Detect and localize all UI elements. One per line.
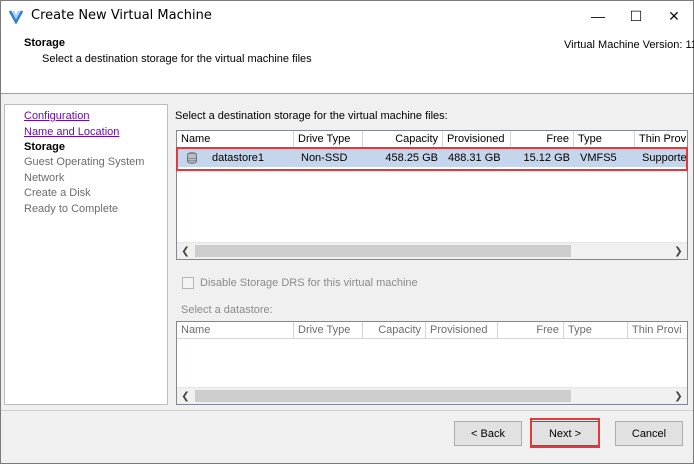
- datastore-cluster-table-header: Name Drive Type Capacity Provisioned Fre…: [177, 322, 687, 339]
- column-header-name: Name: [177, 322, 294, 339]
- nav-item-ready-to-complete: Ready to Complete: [24, 203, 119, 215]
- table-row-datastore1[interactable]: datastore1 Non-SSD 458.25 GB 488.31 GB 1…: [178, 149, 687, 167]
- title-bar: Create New Virtual Machine — ☐ ✕: [1, 1, 693, 31]
- column-header-type: Type: [564, 322, 628, 339]
- scroll-left-icon[interactable]: ❮: [177, 388, 194, 404]
- datastore-icon: [187, 152, 197, 164]
- scroll-thumb[interactable]: [195, 390, 571, 402]
- column-header-free: Free: [498, 322, 564, 339]
- cell-name: datastore1: [212, 152, 264, 164]
- scroll-left-icon[interactable]: ❮: [177, 243, 194, 259]
- select-datastore-label: Select a datastore:: [181, 304, 273, 316]
- datastore-table: Name Drive Type Capacity Provisioned Fre…: [176, 130, 688, 260]
- next-button[interactable]: Next >: [531, 421, 599, 446]
- datastore-cluster-table: Name Drive Type Capacity Provisioned Fre…: [176, 321, 688, 405]
- window-title: Create New Virtual Machine: [31, 8, 212, 23]
- nav-item-network: Network: [24, 172, 65, 184]
- cell-free: 15.12 GB: [523, 152, 570, 164]
- nav-item-guest-os: Guest Operating System: [24, 156, 145, 168]
- column-header-capacity: Capacity: [363, 322, 426, 339]
- minimize-button[interactable]: —: [579, 1, 617, 31]
- create-vm-dialog: Create New Virtual Machine — ☐ ✕ Storage…: [0, 0, 694, 464]
- datastore-table-hscroll[interactable]: ❮ ❯: [177, 242, 687, 259]
- scroll-thumb[interactable]: [195, 245, 571, 257]
- disable-drs-label: Disable Storage DRS for this virtual mac…: [200, 277, 418, 289]
- wizard-header: Storage Select a destination storage for…: [1, 31, 694, 94]
- column-header-thin-prov[interactable]: Thin Prov: [635, 131, 687, 148]
- datastore-table-header: Name Drive Type Capacity Provisioned Fre…: [177, 131, 687, 148]
- cell-drive-type: Non-SSD: [301, 152, 348, 164]
- nav-item-create-disk: Create a Disk: [24, 187, 91, 199]
- wizard-steps-nav: Configuration Name and Location Storage …: [4, 104, 168, 405]
- close-button[interactable]: ✕: [655, 1, 693, 31]
- nav-item-configuration[interactable]: Configuration: [24, 110, 89, 122]
- column-header-thin-prov: Thin Provi: [632, 324, 682, 336]
- cancel-button[interactable]: Cancel: [615, 421, 683, 446]
- nav-item-storage: Storage: [24, 141, 65, 153]
- column-header-capacity[interactable]: Capacity: [363, 131, 443, 148]
- cell-capacity: 458.25 GB: [385, 152, 438, 164]
- vsphere-app-icon: [8, 9, 24, 24]
- minimize-icon: —: [591, 8, 605, 24]
- datastore-cluster-table-hscroll[interactable]: ❮ ❯: [177, 387, 687, 404]
- maximize-icon: ☐: [629, 7, 643, 24]
- column-header-provisioned[interactable]: Provisioned: [443, 131, 511, 148]
- close-icon: ✕: [668, 7, 680, 24]
- vm-version-label: Virtual Machine Version: 11: [564, 39, 694, 51]
- column-header-type[interactable]: Type: [574, 131, 635, 148]
- column-header-drive-type: Drive Type: [294, 322, 363, 339]
- scroll-right-icon[interactable]: ❯: [670, 388, 687, 404]
- destination-storage-label: Select a destination storage for the vir…: [175, 110, 448, 122]
- column-header-provisioned: Provisioned: [426, 322, 498, 339]
- column-header-name[interactable]: Name: [177, 131, 294, 148]
- maximize-button[interactable]: ☐: [617, 1, 655, 31]
- column-header-free[interactable]: Free: [511, 131, 574, 148]
- step-title: Storage: [24, 37, 65, 49]
- scroll-right-icon[interactable]: ❯: [670, 243, 687, 259]
- disable-drs-checkbox[interactable]: [182, 277, 194, 289]
- step-subtitle: Select a destination storage for the vir…: [42, 53, 312, 65]
- back-button[interactable]: < Back: [454, 421, 522, 446]
- cell-type: VMFS5: [580, 152, 617, 164]
- cell-provisioned: 488.31 GB: [448, 152, 501, 164]
- column-header-drive-type[interactable]: Drive Type: [294, 131, 363, 148]
- nav-item-name-and-location[interactable]: Name and Location: [24, 126, 119, 138]
- cell-thin-prov: Supporte: [642, 152, 687, 164]
- footer-divider: [1, 410, 693, 411]
